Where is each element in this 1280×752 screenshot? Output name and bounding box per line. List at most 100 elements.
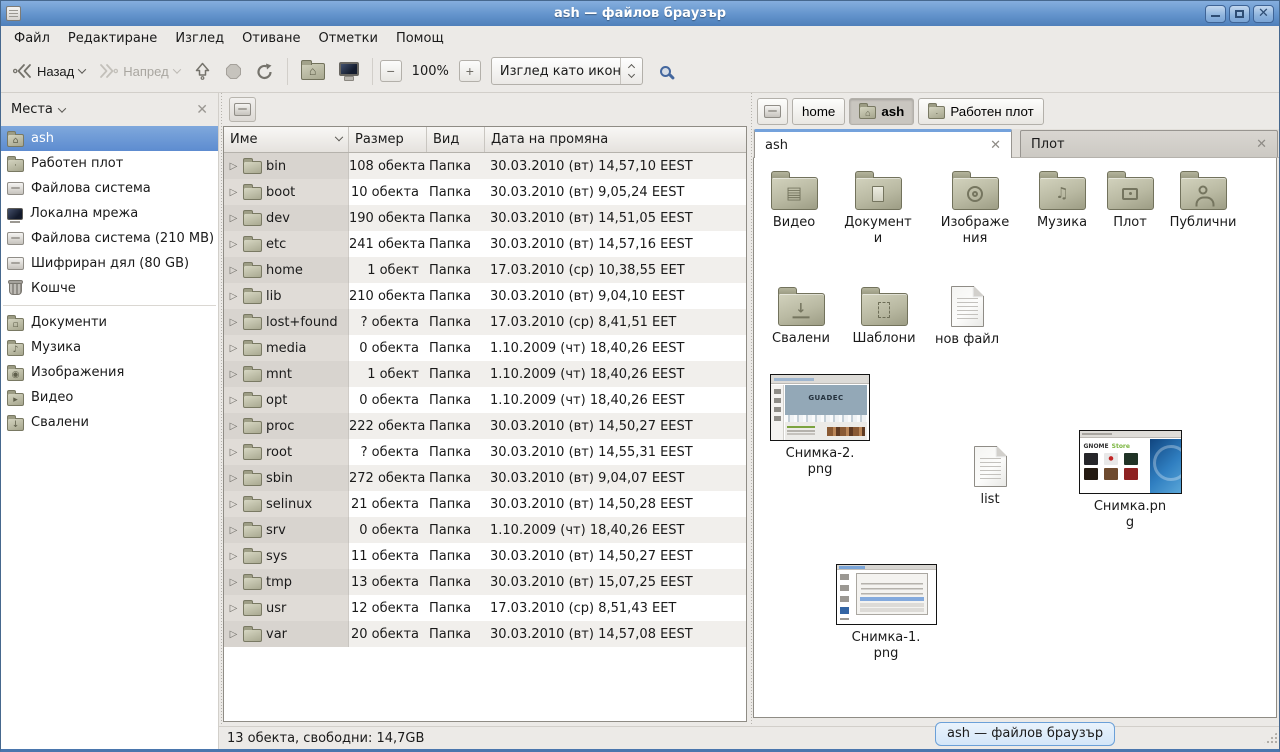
sidebar-item-Изображения[interactable]: Изображения xyxy=(1,360,218,385)
expander-icon[interactable]: ▷ xyxy=(228,291,239,302)
table-row[interactable]: ▷lost+found? обектаПапка17.03.2010 (ср) … xyxy=(224,309,746,335)
table-row[interactable]: ▷root? обектаПапка30.03.2010 (вт) 14,55,… xyxy=(224,439,746,465)
file-icon-Свалени[interactable]: Свалени xyxy=(753,286,849,347)
table-row[interactable]: ▷media0 обектаПапка1.10.2009 (чт) 18,40,… xyxy=(224,335,746,361)
expander-icon[interactable]: ▷ xyxy=(228,577,239,588)
back-dropdown-icon[interactable] xyxy=(78,65,86,73)
computer-button[interactable] xyxy=(333,56,365,87)
file-icon-Снимка-1.png[interactable]: Снимка-1.png xyxy=(838,564,934,662)
zoom-out-button[interactable]: − xyxy=(380,60,402,82)
table-row[interactable]: ▷boot10 обектаПапка30.03.2010 (вт) 9,05,… xyxy=(224,179,746,205)
minimize-button[interactable] xyxy=(1205,5,1226,23)
sidebar-item-Музика[interactable]: Музика xyxy=(1,335,218,360)
menu-2[interactable]: Изглед xyxy=(166,27,233,50)
table-row[interactable]: ▷opt0 обектаПапка1.10.2009 (чт) 18,40,26… xyxy=(224,387,746,413)
sidebar-item-Свалени[interactable]: Свалени xyxy=(1,410,218,435)
home-button[interactable]: ⌂ xyxy=(295,56,331,87)
file-icon-Шаблони[interactable]: Шаблони xyxy=(836,286,932,347)
file-icon-Снимка-2.png[interactable]: GUADECСнимка-2.png xyxy=(772,374,868,478)
tab-close-icon[interactable]: ✕ xyxy=(1256,138,1267,151)
up-button[interactable] xyxy=(188,56,217,87)
sidebar-item-Кошче[interactable]: Кошче xyxy=(1,276,218,301)
menu-5[interactable]: Помощ xyxy=(387,27,453,50)
sidebar-item-Шифриран дял (80 GB)[interactable]: Шифриран дял (80 GB) xyxy=(1,251,218,276)
sidebar-item-Работен плот[interactable]: Работен плот xyxy=(1,151,218,176)
table-row[interactable]: ▷selinux21 обектаПапка30.03.2010 (вт) 14… xyxy=(224,491,746,517)
expander-icon[interactable]: ▷ xyxy=(228,447,239,458)
file-icon-нов файл[interactable]: нов файл xyxy=(919,284,1015,348)
file-icon-Публични[interactable]: Публични xyxy=(1155,170,1251,231)
expander-icon[interactable]: ▷ xyxy=(228,369,239,380)
file-icon-Изображения[interactable]: Изображения xyxy=(927,170,1023,247)
maximize-button[interactable] xyxy=(1229,5,1250,23)
tab-close-icon[interactable]: ✕ xyxy=(990,139,1001,152)
expander-icon[interactable]: ▷ xyxy=(228,239,239,250)
table-row[interactable]: ▷lib210 обектаПапка30.03.2010 (вт) 9,04,… xyxy=(224,283,746,309)
forward-button[interactable]: Напред xyxy=(93,56,185,87)
expander-icon[interactable]: ▷ xyxy=(228,395,239,406)
sidebar-item-Файлова система[interactable]: Файлова система xyxy=(1,176,218,201)
table-row[interactable]: ▷bin108 обектаПапка30.03.2010 (вт) 14,57… xyxy=(224,153,746,179)
table-row[interactable]: ▷proc222 обектаПапка30.03.2010 (вт) 14,5… xyxy=(224,413,746,439)
expander-icon[interactable]: ▷ xyxy=(228,499,239,510)
menu-1[interactable]: Редактиране xyxy=(59,27,166,50)
table-row[interactable]: ▷sbin272 обектаПапка30.03.2010 (вт) 9,04… xyxy=(224,465,746,491)
sidebar-item-Документи[interactable]: Документи xyxy=(1,310,218,335)
column-header-3[interactable]: Дата на промяна xyxy=(485,127,746,152)
expander-icon[interactable]: ▷ xyxy=(228,343,239,354)
column-header-0[interactable]: Име xyxy=(224,127,349,152)
sidebar-mode-dropdown[interactable]: Места xyxy=(11,102,65,117)
path-button-root[interactable] xyxy=(757,98,788,125)
sidebar-close-button[interactable]: ✕ xyxy=(196,103,208,117)
zoom-in-button[interactable]: + xyxy=(459,60,481,82)
close-button[interactable]: ✕ xyxy=(1253,5,1274,23)
file-icon-list[interactable]: list xyxy=(942,444,1038,508)
tab-Плот[interactable]: Плот✕ xyxy=(1020,130,1278,157)
expander-icon[interactable]: ▷ xyxy=(228,187,239,198)
expander-icon[interactable]: ▷ xyxy=(228,265,239,276)
table-row[interactable]: ▷mnt1 обектПапка1.10.2009 (чт) 18,40,26 … xyxy=(224,361,746,387)
titlebar[interactable]: ash — файлов браузър ✕ xyxy=(1,1,1279,26)
column-header-1[interactable]: Размер xyxy=(349,127,427,152)
menu-3[interactable]: Отиване xyxy=(233,27,309,50)
stop-button[interactable] xyxy=(219,56,248,87)
icon-canvas[interactable]: ВидеоДокументиИзображенияМузикаПлотПубли… xyxy=(753,158,1277,718)
table-row[interactable]: ▷usr12 обектаПапка17.03.2010 (ср) 8,51,4… xyxy=(224,595,746,621)
sidebar-item-Файлова система (210 MB)[interactable]: Файлова система (210 MB) xyxy=(1,226,218,251)
table-row[interactable]: ▷srv0 обектаПапка1.10.2009 (чт) 18,40,26… xyxy=(224,517,746,543)
expander-icon[interactable]: ▷ xyxy=(228,213,239,224)
view-mode-dropdown[interactable]: Изглед като икони xyxy=(491,57,643,85)
dropdown-spinner-icon[interactable] xyxy=(620,58,642,84)
table-row[interactable]: ▷sys11 обектаПапка30.03.2010 (вт) 14,50,… xyxy=(224,543,746,569)
path-button-home[interactable]: home xyxy=(792,98,845,125)
table-row[interactable]: ▷home1 обектПапка17.03.2010 (ср) 10,38,5… xyxy=(224,257,746,283)
sidebar-item-Локална мрежа[interactable]: Локална мрежа xyxy=(1,201,218,226)
path-button-Работен плот[interactable]: Работен плот xyxy=(918,98,1043,125)
expander-icon[interactable]: ▷ xyxy=(228,317,239,328)
column-header-2[interactable]: Вид xyxy=(427,127,485,152)
file-icon-Документи[interactable]: Документи xyxy=(830,170,926,247)
table-row[interactable]: ▷tmp13 обектаПапка30.03.2010 (вт) 15,07,… xyxy=(224,569,746,595)
tab-ash[interactable]: ash✕ xyxy=(754,129,1012,158)
file-icon-Видео[interactable]: Видео xyxy=(753,170,842,231)
expander-icon[interactable]: ▷ xyxy=(228,551,239,562)
table-row[interactable]: ▷dev190 обектаПапка30.03.2010 (вт) 14,51… xyxy=(224,205,746,231)
back-button[interactable]: Назад xyxy=(7,56,91,87)
sidebar-item-Видео[interactable]: Видео xyxy=(1,385,218,410)
expander-icon[interactable]: ▷ xyxy=(228,603,239,614)
expander-icon[interactable]: ▷ xyxy=(228,421,239,432)
table-row[interactable]: ▷etc241 обектаПапка30.03.2010 (вт) 14,57… xyxy=(224,231,746,257)
sidebar-item-ash[interactable]: ash xyxy=(1,126,218,151)
file-icon-Снимка.png[interactable]: GNOMEStoreСнимка.png xyxy=(1082,430,1178,531)
menu-4[interactable]: Отметки xyxy=(309,27,386,50)
location-button[interactable] xyxy=(229,97,256,122)
expander-icon[interactable]: ▷ xyxy=(228,161,239,172)
expander-icon[interactable]: ▷ xyxy=(228,629,239,640)
expander-icon[interactable]: ▷ xyxy=(228,473,239,484)
table-row[interactable]: ▷var20 обектаПапка30.03.2010 (вт) 14,57,… xyxy=(224,621,746,647)
expander-icon[interactable]: ▷ xyxy=(228,525,239,536)
search-button[interactable] xyxy=(651,56,681,87)
forward-dropdown-icon[interactable] xyxy=(172,65,180,73)
reload-button[interactable] xyxy=(250,56,280,87)
path-button-ash[interactable]: ash xyxy=(849,98,914,125)
